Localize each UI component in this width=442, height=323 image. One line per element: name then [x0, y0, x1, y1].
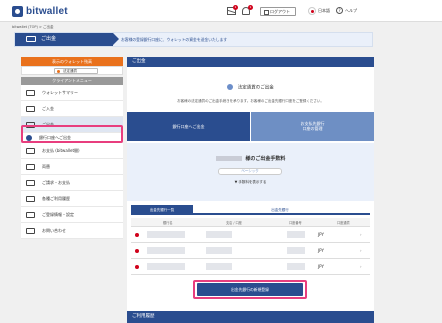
- tab-account-other[interactable]: 出金先銀行: [249, 205, 311, 215]
- logout-button[interactable]: ログアウト: [260, 7, 296, 16]
- account-table: 銀行名 支店 / 口座 口座番号 口座通貨 JPY › JPY › JPY ›: [131, 218, 370, 275]
- fee-box: 様のご出金手数料 ベーシック ▼ 手数料を表示する: [127, 143, 374, 201]
- sidebar-item-label: ご請求・お支払: [42, 180, 70, 185]
- language-selector[interactable]: 日本語: [318, 8, 330, 14]
- sidebar-item-invoice[interactable]: ご請求・お支払: [21, 175, 123, 191]
- withdraw-icon: [26, 36, 36, 42]
- banner-message: お客様の登録銀行口座に、ウォレットの資金を送金いたします: [121, 37, 228, 42]
- logo-text: bitwallet: [26, 5, 68, 17]
- main-panel: ご出金 法定通貨のご出金 お客様の法定通貨のご出金手続きを承ります。お客様のご出…: [127, 57, 374, 313]
- redacted-bank: [147, 263, 185, 270]
- sidebar-item-exchange[interactable]: 両替: [21, 159, 123, 175]
- sidebar-item-label: ウォレットサマリー: [42, 90, 78, 95]
- chevron-right-icon: ›: [360, 248, 362, 253]
- currency-cell: JPY: [318, 264, 324, 269]
- exchange-icon: [26, 164, 35, 170]
- gear-icon: [26, 212, 35, 218]
- history-section-title: ご利用履歴: [127, 311, 374, 323]
- sidebar-item-label: 両替: [42, 164, 50, 169]
- fee-title: 様のご出金手数料: [127, 155, 374, 162]
- top-header: bitwallet 1 1 ログアウト 日本語 ? ヘルプ: [0, 0, 442, 22]
- redacted-branch: [206, 247, 232, 254]
- wallet-icon: [26, 90, 35, 96]
- sidebar-item-label: お問い合わせ: [42, 228, 66, 233]
- history-icon: [26, 196, 35, 202]
- section-description: お客様の法定通貨のご出金手続きを承ります。お客様のご出金先銀行口座をご登録くださ…: [177, 99, 324, 103]
- bell-badge: 1: [248, 5, 253, 10]
- client-menu-header: クライアントメニュー: [21, 77, 123, 85]
- sidebar-item-settings[interactable]: ご登録情報・設定: [21, 207, 123, 223]
- panel-title: ご出金: [127, 57, 374, 67]
- table-row[interactable]: JPY ›: [131, 227, 370, 243]
- table-row[interactable]: JPY ›: [131, 259, 370, 275]
- japan-flag-icon: [135, 249, 139, 253]
- fee-title-text: 様のご出金手数料: [245, 156, 286, 162]
- redacted-branch: [206, 263, 232, 270]
- banner-title-box: ご出金: [15, 33, 119, 46]
- redacted-number: [287, 247, 305, 254]
- japan-flag-icon: [135, 265, 139, 269]
- page-banner: ご出金 お客様の登録銀行口座に、ウォレットの資金を送金いたします: [14, 32, 373, 47]
- sidebar-item-label: 各種ご利用履歴: [42, 196, 70, 201]
- info-icon: [227, 84, 234, 90]
- sidebar: 表示のウォレット残高 法定通貨 クライアントメニュー ウォレットサマリー ご入金…: [21, 57, 123, 277]
- tab-register-line2: 口座の管理: [302, 126, 323, 131]
- deposit-icon: [26, 106, 35, 112]
- register-bank-button[interactable]: 出金先銀行の新規登録: [197, 283, 303, 296]
- sidebar-item-deposit[interactable]: ご入金: [21, 101, 123, 117]
- sidebar-item-contact[interactable]: お問い合わせ: [21, 223, 123, 239]
- sidebar-item-payment[interactable]: お支払 (bitwallet間): [21, 143, 123, 159]
- section-heading: 法定通貨のご出金: [127, 84, 374, 91]
- fee-toggle-link[interactable]: ▼ 手数料を表示する: [127, 180, 374, 185]
- tab-bank-withdraw[interactable]: 銀行口座へご出金: [127, 112, 250, 141]
- breadcrumb[interactable]: bitwallet (TOP) > ご出金: [12, 25, 54, 30]
- col-header: 支店 / 口座: [226, 221, 242, 225]
- redacted-bank: [147, 231, 185, 238]
- table-header: 銀行名 支店 / 口座 口座番号 口座通貨: [131, 218, 370, 227]
- redacted-number: [287, 263, 305, 270]
- transfer-icon: [26, 148, 35, 154]
- section-heading-text: 法定通貨のご出金: [237, 85, 274, 91]
- help-icon[interactable]: ?: [336, 7, 343, 14]
- japan-flag-icon: [135, 233, 139, 237]
- col-header: 口座番号: [289, 221, 302, 225]
- help-icon: [26, 228, 35, 234]
- redacted-bank: [147, 247, 185, 254]
- redacted-number: [287, 231, 305, 238]
- col-header: 口座通貨: [337, 221, 350, 225]
- help-link[interactable]: ヘルプ: [345, 8, 357, 14]
- highlight-frame-withdraw: [21, 125, 123, 143]
- redacted-name: [215, 156, 242, 161]
- currency-cell: JPY: [318, 248, 324, 253]
- redacted-branch: [206, 231, 232, 238]
- wallet-select-row: 法定通貨: [21, 66, 123, 75]
- wallet-select-dropdown[interactable]: 法定通貨: [54, 68, 98, 74]
- bitwallet-logo[interactable]: bitwallet: [12, 5, 68, 17]
- fee-plan-badge: ベーシック: [218, 168, 282, 175]
- currency-cell: JPY: [318, 232, 324, 237]
- sidebar-item-label: ご入金: [42, 106, 54, 111]
- sidebar-item-history[interactable]: 各種ご利用履歴: [21, 191, 123, 207]
- sidebar-item-label: お支払 (bitwallet間): [42, 148, 80, 153]
- chevron-right-icon: ›: [360, 264, 362, 269]
- japan-flag-icon[interactable]: [308, 7, 316, 15]
- table-row[interactable]: JPY ›: [131, 243, 370, 259]
- invoice-icon: [26, 180, 35, 186]
- tab-register-bank[interactable]: お支払先銀行 口座の管理: [251, 112, 374, 141]
- wallet-select-label: 表示のウォレット残高: [21, 57, 123, 66]
- sidebar-item-label: ご登録情報・設定: [42, 212, 74, 217]
- chevron-right-icon: ›: [360, 232, 362, 237]
- tab-account-list[interactable]: 出金先銀行一覧: [131, 205, 193, 215]
- banner-title: ご出金: [41, 36, 57, 42]
- sidebar-item-wallet-summary[interactable]: ウォレットサマリー: [21, 85, 123, 101]
- mail-badge: 1: [233, 5, 238, 10]
- account-tabs: 出金先銀行一覧 出金先銀行: [131, 205, 370, 215]
- bitwallet-logo-icon: [12, 5, 23, 17]
- col-header: 銀行名: [163, 221, 173, 225]
